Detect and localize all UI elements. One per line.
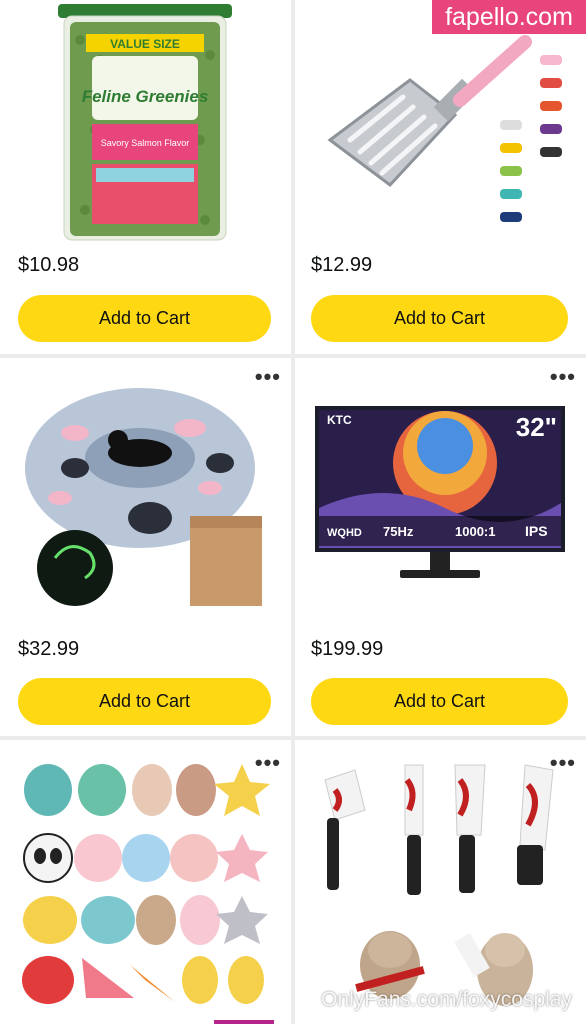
add-to-cart-button-cat-tunnel-bed[interactable]: Add to Cart — [18, 678, 271, 725]
product-card-plush-toys[interactable]: ••• — [0, 740, 291, 1024]
product-grid: VALUE SIZE Feline Greenies Savory Salmon… — [0, 0, 586, 1024]
product-image-monitor[interactable]: KTC 32" WQHD 75Hz 1000:1 IPS — [295, 358, 586, 618]
product-card-knife-toys[interactable]: ••• — [295, 740, 586, 1024]
monitor-brand: KTC — [327, 413, 352, 427]
product-image-treats[interactable]: VALUE SIZE Feline Greenies Savory Salmon… — [0, 0, 291, 245]
price-cat-tunnel-bed: $32.99 — [18, 638, 80, 660]
price-treats: $10.98 — [18, 254, 80, 276]
monitor-size: 32" — [516, 412, 557, 442]
flavor-label: Savory Salmon Flavor — [101, 138, 190, 148]
product-card-treats[interactable]: VALUE SIZE Feline Greenies Savory Salmon… — [0, 0, 291, 354]
watermark-bottom: OnlyFans.com/foxycosplay — [321, 988, 572, 1011]
add-to-cart-button-scoop[interactable]: Add to Cart — [311, 295, 568, 342]
product-image-scoop[interactable] — [295, 0, 586, 245]
product-image-cat-tunnel-bed[interactable] — [0, 358, 291, 618]
product-image-plush-toys[interactable] — [0, 740, 291, 1024]
scroll-indicator — [214, 1020, 274, 1024]
product-card-cat-tunnel-bed[interactable]: ••• $32.99 Add to Cart — [0, 358, 291, 736]
spec-wqhd: WQHD — [327, 527, 362, 539]
price-monitor: $199.99 — [311, 638, 384, 660]
spec-refresh: 75Hz — [383, 524, 414, 539]
spec-contrast: 1000:1 — [455, 524, 495, 539]
watermark-top: fapello.com — [432, 0, 586, 34]
product-card-scoop[interactable]: $12.99 Add to Cart — [295, 0, 586, 354]
badge-value-size: VALUE SIZE — [110, 37, 180, 51]
spec-panel: IPS — [525, 523, 548, 539]
product-card-monitor[interactable]: ••• KTC 32" WQHD 75Hz 1000:1 IPS $199.99… — [295, 358, 586, 736]
brand-greenies: Feline Greenies — [82, 87, 209, 106]
add-to-cart-button-treats[interactable]: Add to Cart — [18, 295, 271, 342]
add-to-cart-button-monitor[interactable]: Add to Cart — [311, 678, 568, 725]
price-scoop: $12.99 — [311, 254, 373, 276]
product-image-knife-toys[interactable] — [295, 740, 586, 1024]
